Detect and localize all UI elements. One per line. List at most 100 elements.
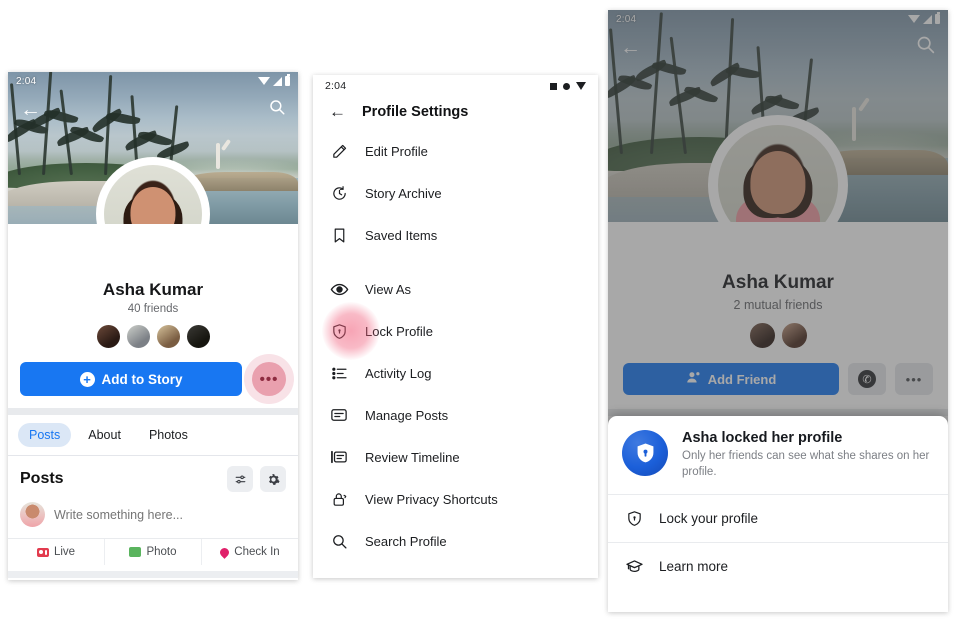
menu-label: Activity Log <box>365 365 432 381</box>
friends-count: 40 friends <box>127 303 179 315</box>
menu-item-search-profile[interactable]: Search Profile <box>313 520 598 562</box>
eye-icon <box>329 280 349 299</box>
post-composer[interactable] <box>8 496 298 538</box>
right-phone-panel: 2:04 ← Asha Kumar 2 mutual friends Add F… <box>608 10 948 612</box>
composer-action-bar: Live Photo Check In <box>8 538 298 565</box>
menu-item-view-as[interactable]: View As <box>313 268 598 310</box>
shield-lock-icon <box>624 510 644 527</box>
status-icons <box>258 74 290 86</box>
sheet-row-lock-your-profile[interactable]: Lock your profile <box>608 493 948 542</box>
signal-icon <box>273 76 282 86</box>
square-icon <box>550 82 557 90</box>
friend-thumb[interactable] <box>95 324 121 349</box>
sheet-title: Asha locked her profile <box>682 430 843 446</box>
menu-label: Story Archive <box>365 185 442 201</box>
menu-item-review-timeline[interactable]: Review Timeline <box>313 436 598 478</box>
back-arrow-icon[interactable]: ← <box>20 99 41 120</box>
friend-thumb[interactable] <box>125 324 151 349</box>
menu-item-activity-log[interactable]: Activity Log <box>313 352 598 394</box>
manage-posts-icon <box>329 406 349 424</box>
composer-avatar <box>20 502 45 527</box>
more-options-button[interactable]: ••• <box>252 362 286 396</box>
list-icon <box>329 365 349 382</box>
photo-label: Photo <box>146 546 177 558</box>
battery-icon <box>285 74 290 86</box>
middle-phone-panel: 2:04 ← Profile Settings Edit Profile Sto… <box>313 75 598 578</box>
menu-item-view-privacy-shortcuts[interactable]: View Privacy Shortcuts <box>313 478 598 520</box>
page-title: Asha Kumar <box>102 280 204 299</box>
graduation-cap-icon <box>624 557 644 576</box>
sliders-icon[interactable] <box>227 466 253 492</box>
sheet-row-learn-more[interactable]: Learn more <box>608 541 948 590</box>
gear-icon[interactable] <box>260 466 286 492</box>
menu-item-lock-profile[interactable]: Lock Profile <box>313 302 598 360</box>
settings-title: Profile Settings <box>362 103 469 120</box>
menu-label: Review Timeline <box>365 449 460 465</box>
location-pin-icon <box>218 545 232 559</box>
cta-row: + Add to Story ••• <box>8 362 298 396</box>
search-icon[interactable] <box>268 98 286 121</box>
tab-about[interactable]: About <box>77 423 132 447</box>
live-button[interactable]: Live <box>8 539 104 565</box>
lock-profile-bottom-sheet: Asha locked her profile Only her friends… <box>608 416 948 612</box>
triangle-icon <box>576 82 586 90</box>
clock-archive-icon <box>329 185 349 202</box>
review-timeline-icon <box>329 448 349 466</box>
menu-item-saved-items[interactable]: Saved Items <box>313 214 598 256</box>
sheet-row-label: Lock your profile <box>659 510 759 526</box>
wifi-icon <box>258 77 270 85</box>
status-time: 2:04 <box>16 75 37 87</box>
circle-icon <box>563 82 570 90</box>
friend-thumb[interactable] <box>155 324 181 349</box>
padlock-icon <box>329 491 349 508</box>
live-video-icon <box>36 547 49 557</box>
photo-icon <box>129 547 142 557</box>
status-bar: 2:04 <box>8 72 298 90</box>
status-icons <box>550 82 586 90</box>
search-icon <box>329 533 349 550</box>
profile-tabs: Posts About Photos <box>8 415 298 455</box>
sheet-row-label: Learn more <box>659 558 729 574</box>
section-divider <box>8 408 298 415</box>
menu-label: Search Profile <box>365 533 447 549</box>
bookmark-icon <box>329 227 349 244</box>
status-time: 2:04 <box>325 80 347 92</box>
add-to-story-button[interactable]: + Add to Story <box>20 362 242 396</box>
plus-circle-icon: + <box>79 371 95 387</box>
live-label: Live <box>53 546 76 558</box>
menu-label: Edit Profile <box>365 143 428 159</box>
menu-group-divider <box>313 256 598 268</box>
menu-label: View Privacy Shortcuts <box>365 491 498 507</box>
settings-header: ← Profile Settings <box>313 97 598 130</box>
menu-item-manage-posts[interactable]: Manage Posts <box>313 394 598 436</box>
cover-photo[interactable]: 2:04 ← <box>8 72 298 224</box>
sheet-description: Only her friends can see what she shares… <box>682 450 930 478</box>
photo-button[interactable]: Photo <box>104 539 201 565</box>
cover-nav-row: ← <box>8 92 298 126</box>
check-in-label: Check In <box>234 546 280 558</box>
tab-photos[interactable]: Photos <box>138 423 199 447</box>
shield-lock-badge-icon <box>622 430 668 476</box>
friend-thumbnails[interactable] <box>8 324 298 349</box>
menu-label: View As <box>365 281 412 297</box>
status-bar: 2:04 <box>313 75 598 97</box>
posts-header-buttons <box>227 466 286 492</box>
menu-item-story-archive[interactable]: Story Archive <box>313 172 598 214</box>
friend-thumb[interactable] <box>185 324 211 349</box>
back-arrow-icon[interactable]: ← <box>329 103 346 120</box>
more-options-label: ••• <box>259 370 279 388</box>
tab-posts[interactable]: Posts <box>18 423 72 447</box>
shield-lock-icon <box>329 323 349 340</box>
surfer-silhouette <box>216 143 220 170</box>
menu-label: Manage Posts <box>365 407 449 423</box>
composer-input[interactable] <box>54 507 286 522</box>
posts-title: Posts <box>20 470 64 487</box>
check-in-button[interactable]: Check In <box>201 539 298 565</box>
menu-label: Saved Items <box>365 227 438 243</box>
menu-label: Lock Profile <box>365 323 433 339</box>
screenshot-stage: 2:04 ← Asha Kumar 40 friends + Add to St… <box>0 0 960 640</box>
add-to-story-label: Add to Story <box>101 371 183 387</box>
left-phone-panel: 2:04 ← Asha Kumar 40 friends + Add to St… <box>8 72 298 580</box>
pencil-icon <box>329 143 349 160</box>
menu-item-edit-profile[interactable]: Edit Profile <box>313 130 598 172</box>
